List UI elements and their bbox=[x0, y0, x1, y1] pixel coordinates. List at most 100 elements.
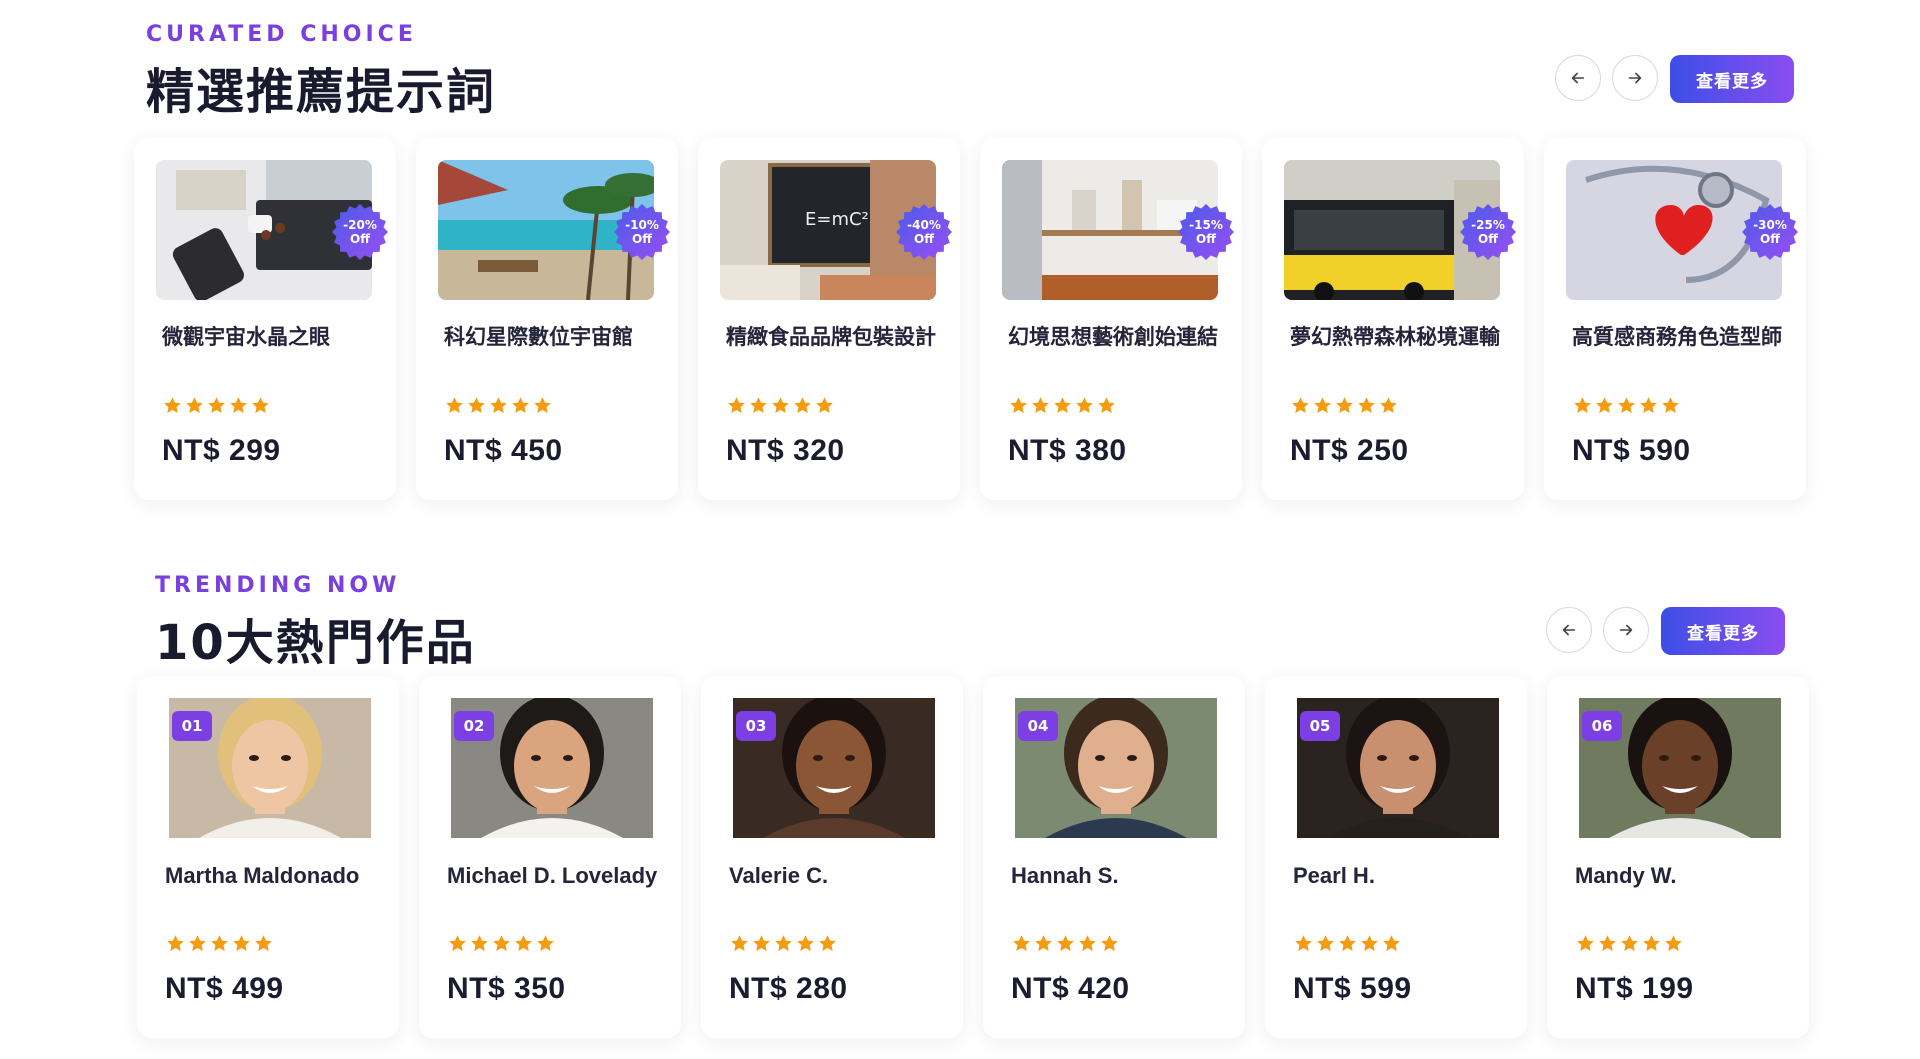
portrait-image[interactable]: 01 bbox=[169, 698, 371, 838]
rank-badge: 05 bbox=[1300, 711, 1340, 741]
curated-next-button[interactable] bbox=[1612, 55, 1658, 101]
curated-section: CURATED CHOICE 精選推薦提示詞 查看更多 -20% Off 微觀宇宙… bbox=[0, 0, 1920, 520]
author-name[interactable]: Mandy W. bbox=[1575, 860, 1789, 891]
curated-card[interactable]: -25% Off 夢幻熱帶森林秘境運輸 NT$ 250 bbox=[1262, 138, 1524, 500]
trending-card[interactable]: 01 Martha Maldonado NT$ 499 bbox=[137, 676, 399, 1038]
author-name[interactable]: Pearl H. bbox=[1293, 860, 1507, 891]
rating-stars bbox=[447, 933, 557, 955]
curated-card[interactable]: E=mC² -40% Off 精緻食品品牌包裝設計 NT$ 320 bbox=[698, 138, 960, 500]
curated-card[interactable]: -20% Off 微觀宇宙水晶之眼 NT$ 299 bbox=[134, 138, 396, 500]
product-price: NT$ 250 bbox=[1290, 434, 1409, 467]
star-icon bbox=[1052, 395, 1074, 417]
product-price: NT$ 380 bbox=[1008, 434, 1127, 467]
product-price: NT$ 450 bbox=[444, 434, 563, 467]
trending-card[interactable]: 04 Hannah S. NT$ 420 bbox=[983, 676, 1245, 1038]
star-icon bbox=[792, 395, 814, 417]
discount-badge-text: -30% Off bbox=[1753, 218, 1787, 246]
star-icon bbox=[1572, 395, 1594, 417]
rating-stars bbox=[165, 933, 275, 955]
trending-card[interactable]: 03 Valerie C. NT$ 280 bbox=[701, 676, 963, 1038]
product-price: NT$ 199 bbox=[1575, 972, 1694, 1005]
rating-stars bbox=[1293, 933, 1403, 955]
star-icon bbox=[1334, 395, 1356, 417]
star-icon bbox=[1638, 395, 1660, 417]
arrow-right-icon bbox=[1619, 624, 1633, 636]
rating-stars bbox=[444, 395, 554, 417]
rank-badge: 01 bbox=[172, 711, 212, 741]
product-price: NT$ 590 bbox=[1572, 434, 1691, 467]
trending-card[interactable]: 02 Michael D. Lovelady NT$ 350 bbox=[419, 676, 681, 1038]
curated-prev-button[interactable] bbox=[1555, 55, 1601, 101]
product-title[interactable]: 高質感商務角色造型師 bbox=[1572, 322, 1786, 352]
arrow-left-icon bbox=[1571, 72, 1585, 84]
trending-prev-button[interactable] bbox=[1546, 607, 1592, 653]
star-icon bbox=[1619, 933, 1641, 955]
rating-stars bbox=[1011, 933, 1121, 955]
discount-badge: -30% Off bbox=[1742, 204, 1798, 260]
star-icon bbox=[513, 933, 535, 955]
star-icon bbox=[1312, 395, 1334, 417]
trending-next-button[interactable] bbox=[1603, 607, 1649, 653]
portrait-image[interactable]: 06 bbox=[1579, 698, 1781, 838]
star-icon bbox=[1663, 933, 1685, 955]
portrait-image[interactable]: 05 bbox=[1297, 698, 1499, 838]
author-name[interactable]: Michael D. Lovelady bbox=[447, 860, 661, 891]
star-icon bbox=[466, 395, 488, 417]
product-title[interactable]: 幻境思想藝術創始連結 bbox=[1008, 322, 1222, 352]
portrait-image[interactable]: 04 bbox=[1015, 698, 1217, 838]
product-title[interactable]: 科幻星際數位宇宙館 bbox=[444, 322, 658, 352]
product-title[interactable]: 夢幻熱帶森林秘境運輸 bbox=[1290, 322, 1504, 352]
star-icon bbox=[231, 933, 253, 955]
author-name[interactable]: Hannah S. bbox=[1011, 860, 1225, 891]
star-icon bbox=[162, 395, 184, 417]
product-title[interactable]: 微觀宇宙水晶之眼 bbox=[162, 322, 376, 352]
star-icon bbox=[726, 395, 748, 417]
product-title[interactable]: 精緻食品品牌包裝設計 bbox=[726, 322, 940, 352]
discount-badge-text: -40% Off bbox=[907, 218, 941, 246]
star-icon bbox=[187, 933, 209, 955]
star-icon bbox=[1055, 933, 1077, 955]
discount-badge: -10% Off bbox=[614, 204, 670, 260]
star-icon bbox=[729, 933, 751, 955]
star-icon bbox=[1616, 395, 1638, 417]
product-price: NT$ 299 bbox=[162, 434, 281, 467]
trending-card-list: 01 Martha Maldonado NT$ 499 02 Michael D… bbox=[137, 676, 1829, 1038]
star-icon bbox=[1293, 933, 1315, 955]
curated-card[interactable]: -10% Off 科幻星際數位宇宙館 NT$ 450 bbox=[416, 138, 678, 500]
discount-badge-text: -20% Off bbox=[343, 218, 377, 246]
star-icon bbox=[253, 933, 275, 955]
rank-badge: 03 bbox=[736, 711, 776, 741]
author-name[interactable]: Valerie C. bbox=[729, 860, 943, 891]
star-icon bbox=[1077, 933, 1099, 955]
star-icon bbox=[817, 933, 839, 955]
star-icon bbox=[206, 395, 228, 417]
curated-view-more-button[interactable]: 查看更多 bbox=[1670, 55, 1794, 103]
product-price: NT$ 280 bbox=[729, 972, 848, 1005]
star-icon bbox=[1337, 933, 1359, 955]
star-icon bbox=[1074, 395, 1096, 417]
curated-card[interactable]: -15% Off 幻境思想藝術創始連結 NT$ 380 bbox=[980, 138, 1242, 500]
product-price: NT$ 499 bbox=[165, 972, 284, 1005]
star-icon bbox=[1660, 395, 1682, 417]
star-icon bbox=[469, 933, 491, 955]
star-icon bbox=[1096, 395, 1118, 417]
rank-badge: 04 bbox=[1018, 711, 1058, 741]
author-name[interactable]: Martha Maldonado bbox=[165, 860, 379, 891]
product-price: NT$ 320 bbox=[726, 434, 845, 467]
star-icon bbox=[209, 933, 231, 955]
trending-view-more-button[interactable]: 查看更多 bbox=[1661, 607, 1785, 655]
trending-card[interactable]: 06 Mandy W. NT$ 199 bbox=[1547, 676, 1809, 1038]
product-price: NT$ 599 bbox=[1293, 972, 1412, 1005]
star-icon bbox=[773, 933, 795, 955]
rank-badge: 02 bbox=[454, 711, 494, 741]
arrow-right-icon bbox=[1628, 72, 1642, 84]
trending-card[interactable]: 05 Pearl H. NT$ 599 bbox=[1265, 676, 1527, 1038]
star-icon bbox=[1030, 395, 1052, 417]
portrait-image[interactable]: 03 bbox=[733, 698, 935, 838]
discount-badge: -40% Off bbox=[896, 204, 952, 260]
trending-section: TRENDING NOW 10大熱門作品 查看更多 01 Martha Mald… bbox=[0, 560, 1920, 1059]
product-price: NT$ 350 bbox=[447, 972, 566, 1005]
portrait-image[interactable]: 02 bbox=[451, 698, 653, 838]
star-icon bbox=[488, 395, 510, 417]
curated-card[interactable]: -30% Off 高質感商務角色造型師 NT$ 590 bbox=[1544, 138, 1806, 500]
